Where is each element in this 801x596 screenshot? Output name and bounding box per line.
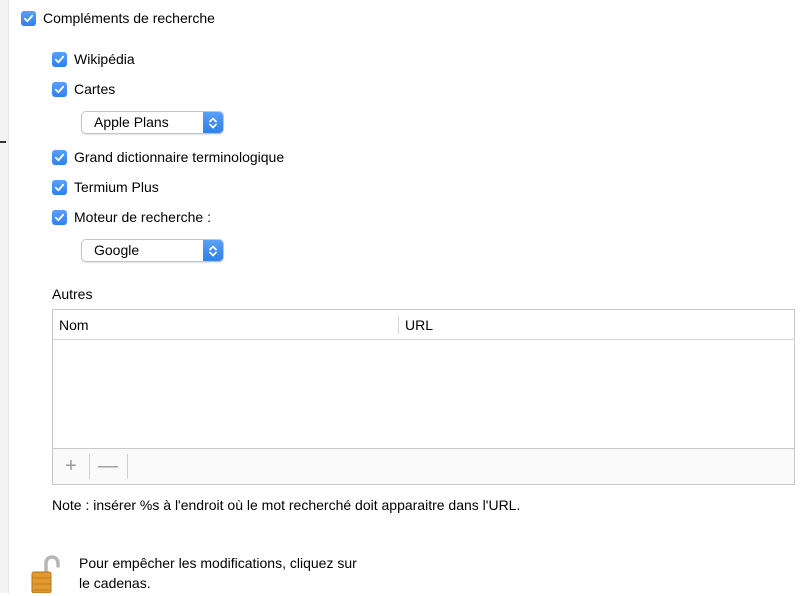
maps-provider-popup[interactable]: Apple Plans xyxy=(81,111,224,134)
maps-checkbox-row[interactable]: Cartes xyxy=(52,79,115,99)
popup-arrows-icon[interactable] xyxy=(203,112,223,133)
edge-tick xyxy=(0,141,6,143)
table-footer-bar: + — xyxy=(53,448,794,484)
lock-message-line2: le cadenas. xyxy=(79,575,151,591)
checkbox-checked-icon[interactable] xyxy=(21,10,36,26)
checkbox-checked-icon[interactable] xyxy=(52,209,67,225)
wikipedia-label: Wikipédia xyxy=(74,51,135,67)
search-engine-value: Google xyxy=(94,242,140,258)
grand-dictionnaire-label: Grand dictionnaire terminologique xyxy=(74,149,285,165)
column-header-url[interactable]: URL xyxy=(399,310,794,340)
others-section-label: Autres xyxy=(52,286,93,302)
lock-message-line1: Pour empêcher les modifications, cliquez… xyxy=(79,555,357,571)
search-addons-label: Compléments de recherche xyxy=(43,10,215,26)
window-left-edge xyxy=(0,0,9,593)
termium-label: Termium Plus xyxy=(74,179,159,195)
remove-button[interactable]: — xyxy=(90,449,126,484)
checkbox-checked-icon[interactable] xyxy=(52,51,67,67)
grand-dictionnaire-checkbox-row[interactable]: Grand dictionnaire terminologique xyxy=(52,147,284,167)
search-addons-checkbox-row[interactable]: Compléments de recherche xyxy=(21,8,215,28)
url-note: Note : insérer %s à l'endroit où le mot … xyxy=(52,497,521,513)
checkbox-checked-icon[interactable] xyxy=(52,179,67,195)
search-engine-label: Moteur de recherche : xyxy=(74,209,211,225)
checkbox-checked-icon[interactable] xyxy=(52,149,67,165)
search-engine-checkbox-row[interactable]: Moteur de recherche : xyxy=(52,207,211,227)
lock-icon[interactable] xyxy=(30,551,60,594)
popup-arrows-icon[interactable] xyxy=(203,240,223,261)
wikipedia-checkbox-row[interactable]: Wikipédia xyxy=(52,49,135,69)
table-header: Nom URL xyxy=(53,310,794,340)
checkbox-checked-icon[interactable] xyxy=(52,81,67,97)
button-separator xyxy=(127,454,128,479)
lock-message: Pour empêcher les modifications, cliquez… xyxy=(79,553,357,593)
others-table[interactable]: Nom URL + — xyxy=(52,309,795,485)
column-header-name[interactable]: Nom xyxy=(53,310,398,340)
maps-provider-value: Apple Plans xyxy=(94,114,169,130)
maps-label: Cartes xyxy=(74,81,116,97)
termium-checkbox-row[interactable]: Termium Plus xyxy=(52,177,159,197)
add-button[interactable]: + xyxy=(53,449,89,484)
search-engine-popup[interactable]: Google xyxy=(81,239,224,262)
